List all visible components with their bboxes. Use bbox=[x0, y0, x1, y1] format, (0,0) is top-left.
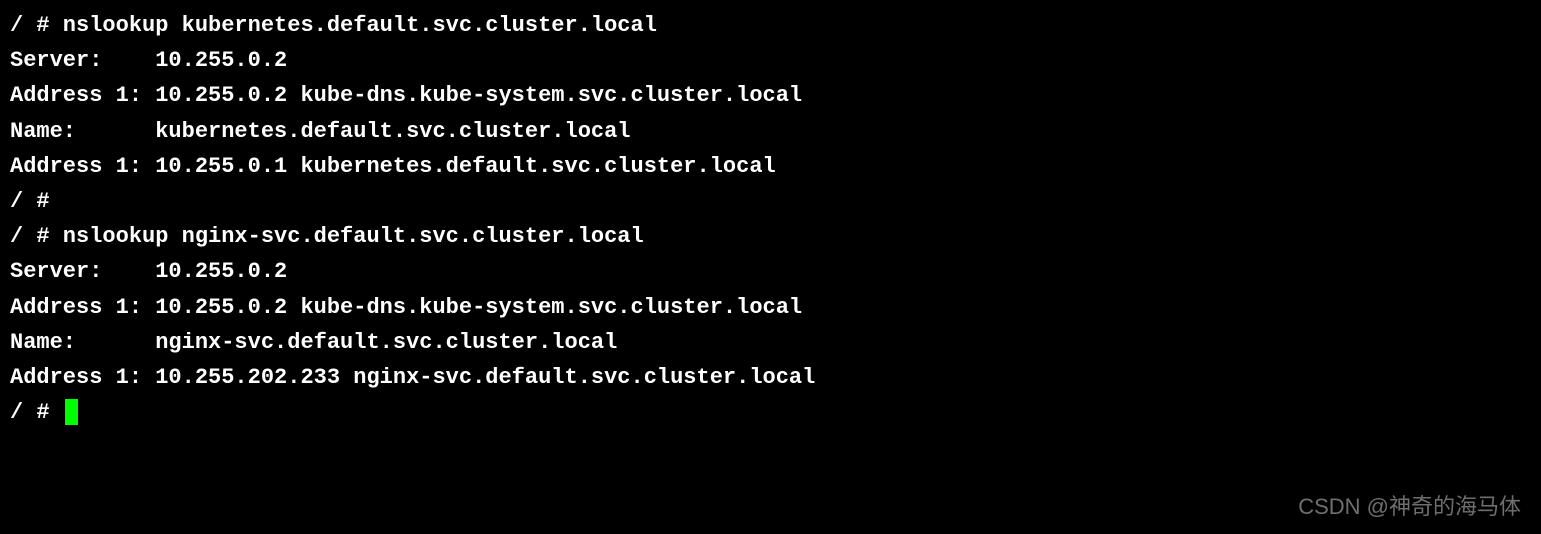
terminal-line: Address 1: 10.255.0.2 kube-dns.kube-syst… bbox=[10, 290, 1531, 325]
terminal-line: Server: 10.255.0.2 bbox=[10, 254, 1531, 289]
terminal-line: Name: kubernetes.default.svc.cluster.loc… bbox=[10, 114, 1531, 149]
terminal-line: / # nslookup nginx-svc.default.svc.clust… bbox=[10, 219, 1531, 254]
terminal-prompt-line[interactable]: / # bbox=[10, 395, 1531, 430]
terminal-line: Address 1: 10.255.0.1 kubernetes.default… bbox=[10, 149, 1531, 184]
terminal-line: Server: 10.255.0.2 bbox=[10, 43, 1531, 78]
terminal-line: Name: nginx-svc.default.svc.cluster.loca… bbox=[10, 325, 1531, 360]
terminal-prompt: / # bbox=[10, 400, 63, 425]
terminal-line: / # nslookup kubernetes.default.svc.clus… bbox=[10, 8, 1531, 43]
terminal-line: Address 1: 10.255.202.233 nginx-svc.defa… bbox=[10, 360, 1531, 395]
terminal-line: / # bbox=[10, 184, 1531, 219]
terminal-output[interactable]: / # nslookup kubernetes.default.svc.clus… bbox=[10, 8, 1531, 430]
cursor-icon bbox=[65, 399, 78, 425]
watermark-text: CSDN @神奇的海马体 bbox=[1298, 489, 1521, 524]
terminal-line: Address 1: 10.255.0.2 kube-dns.kube-syst… bbox=[10, 78, 1531, 113]
